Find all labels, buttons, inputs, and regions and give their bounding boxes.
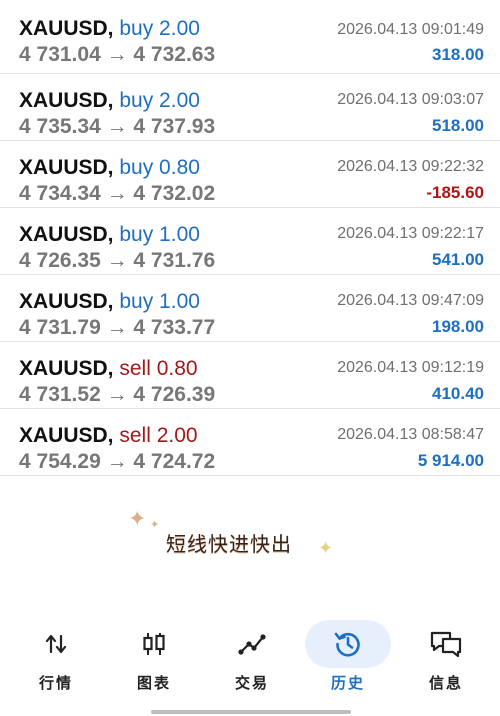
bottom-tab-bar: 行情 图表 交易 历史 信息 — [0, 612, 500, 708]
trade-time: 2026.04.13 09:03:07 — [337, 91, 484, 108]
trade-row[interactable]: XAUUSD, sell 2.00 4 754.29 → 4 724.72 20… — [0, 409, 500, 476]
tab-icon-container — [305, 620, 391, 668]
trade-symbol: XAUUSD, — [19, 156, 114, 179]
trade-time: 2026.04.13 09:22:17 — [337, 225, 484, 242]
trade-history-list: XAUUSD, buy 2.00 4 731.04 → 4 732.63 202… — [0, 0, 500, 476]
sparkle-small-icon: ✦ — [150, 519, 160, 531]
trade-prices: 4 731.04 → 4 732.63 — [19, 43, 216, 66]
trade-title: XAUUSD, buy 1.00 — [19, 223, 200, 247]
quotes-arrows-icon — [45, 634, 67, 654]
trade-side: buy 2.00 — [119, 89, 200, 112]
tab-history[interactable]: 历史 — [298, 612, 398, 702]
trade-title: XAUUSD, sell 0.80 — [19, 357, 198, 381]
tab-messages[interactable]: 信息 — [396, 612, 496, 702]
trade-prices: 4 731.79 → 4 733.77 — [19, 316, 216, 339]
tab-icon-container — [111, 620, 197, 668]
trade-row[interactable]: XAUUSD, buy 2.00 4 731.04 → 4 732.63 202… — [0, 0, 500, 74]
tab-label: 信息 — [428, 674, 463, 692]
trade-symbol: XAUUSD, — [19, 424, 114, 447]
trade-side: buy 0.80 — [119, 156, 200, 179]
sparkle-icon: ✦ — [128, 506, 147, 531]
trade-row[interactable]: XAUUSD, sell 0.80 4 731.52 → 4 726.39 20… — [0, 342, 500, 409]
messages-icon — [430, 631, 462, 658]
trade-time: 2026.04.13 09:47:09 — [337, 292, 484, 309]
tab-charts[interactable]: 图表 — [104, 612, 204, 702]
trade-symbol: XAUUSD, — [19, 89, 114, 112]
trade-prices: 4 754.29 → 4 724.72 — [19, 450, 216, 473]
tab-trade[interactable]: 交易 — [202, 612, 302, 702]
trade-row[interactable]: XAUUSD, buy 0.80 4 734.34 → 4 732.02 202… — [0, 141, 500, 208]
trade-side: buy 2.00 — [119, 17, 200, 40]
trade-title: XAUUSD, buy 2.00 — [19, 89, 200, 113]
trade-time: 2026.04.13 09:12:19 — [337, 359, 484, 376]
trade-profit: 318.00 — [432, 45, 484, 64]
trade-title: XAUUSD, buy 2.00 — [19, 17, 200, 41]
tab-icon-container — [403, 620, 489, 668]
tab-quotes[interactable]: 行情 — [6, 612, 106, 702]
trade-profit: 518.00 — [432, 116, 484, 135]
trade-row[interactable]: XAUUSD, buy 2.00 4 735.34 → 4 737.93 202… — [0, 74, 500, 141]
trade-side: sell 2.00 — [119, 424, 198, 447]
trade-title: XAUUSD, buy 1.00 — [19, 290, 200, 314]
tab-label: 行情 — [38, 674, 73, 692]
tab-icon-container — [13, 620, 99, 668]
trade-time: 2026.04.13 09:22:32 — [337, 158, 484, 175]
trade-profit: -185.60 — [426, 183, 484, 202]
trade-symbol: XAUUSD, — [19, 290, 114, 313]
candlestick-chart-icon — [143, 633, 165, 655]
tab-label: 图表 — [136, 674, 171, 692]
trade-prices: 4 731.52 → 4 726.39 — [19, 383, 216, 406]
promo-banner: ✦ ✦ 短线快进快出 ✦ — [0, 490, 500, 580]
trade-symbol: XAUUSD, — [19, 223, 114, 246]
trade-prices: 4 734.34 → 4 732.02 — [19, 182, 216, 205]
trade-symbol: XAUUSD, — [19, 357, 114, 380]
trade-title: XAUUSD, buy 0.80 — [19, 156, 200, 180]
history-clock-icon — [334, 632, 360, 657]
trade-profit: 410.40 — [432, 384, 484, 403]
sparkle-icon: ✦ — [318, 538, 334, 558]
trade-time: 2026.04.13 08:58:47 — [337, 426, 484, 443]
trade-row[interactable]: XAUUSD, buy 1.00 4 731.79 → 4 733.77 202… — [0, 275, 500, 342]
home-indicator[interactable] — [151, 710, 351, 714]
tab-label: 历史 — [330, 674, 365, 692]
trade-title: XAUUSD, sell 2.00 — [19, 424, 198, 448]
trade-row[interactable]: XAUUSD, buy 1.00 4 726.35 → 4 731.76 202… — [0, 208, 500, 275]
trade-prices: 4 726.35 → 4 731.76 — [19, 249, 216, 272]
trade-line-icon — [238, 634, 266, 655]
trade-time: 2026.04.13 09:01:49 — [337, 21, 484, 38]
trade-side: buy 1.00 — [119, 290, 200, 313]
trade-profit: 541.00 — [432, 250, 484, 269]
promo-text: 短线快进快出 — [166, 532, 292, 556]
trade-profit: 198.00 — [432, 317, 484, 336]
trade-profit: 5 914.00 — [417, 451, 484, 470]
trade-prices: 4 735.34 → 4 737.93 — [19, 115, 216, 138]
trade-side: sell 0.80 — [119, 357, 198, 380]
trade-side: buy 1.00 — [119, 223, 200, 246]
tab-icon-container — [209, 620, 295, 668]
trade-symbol: XAUUSD, — [19, 17, 114, 40]
tab-label: 交易 — [234, 674, 269, 692]
